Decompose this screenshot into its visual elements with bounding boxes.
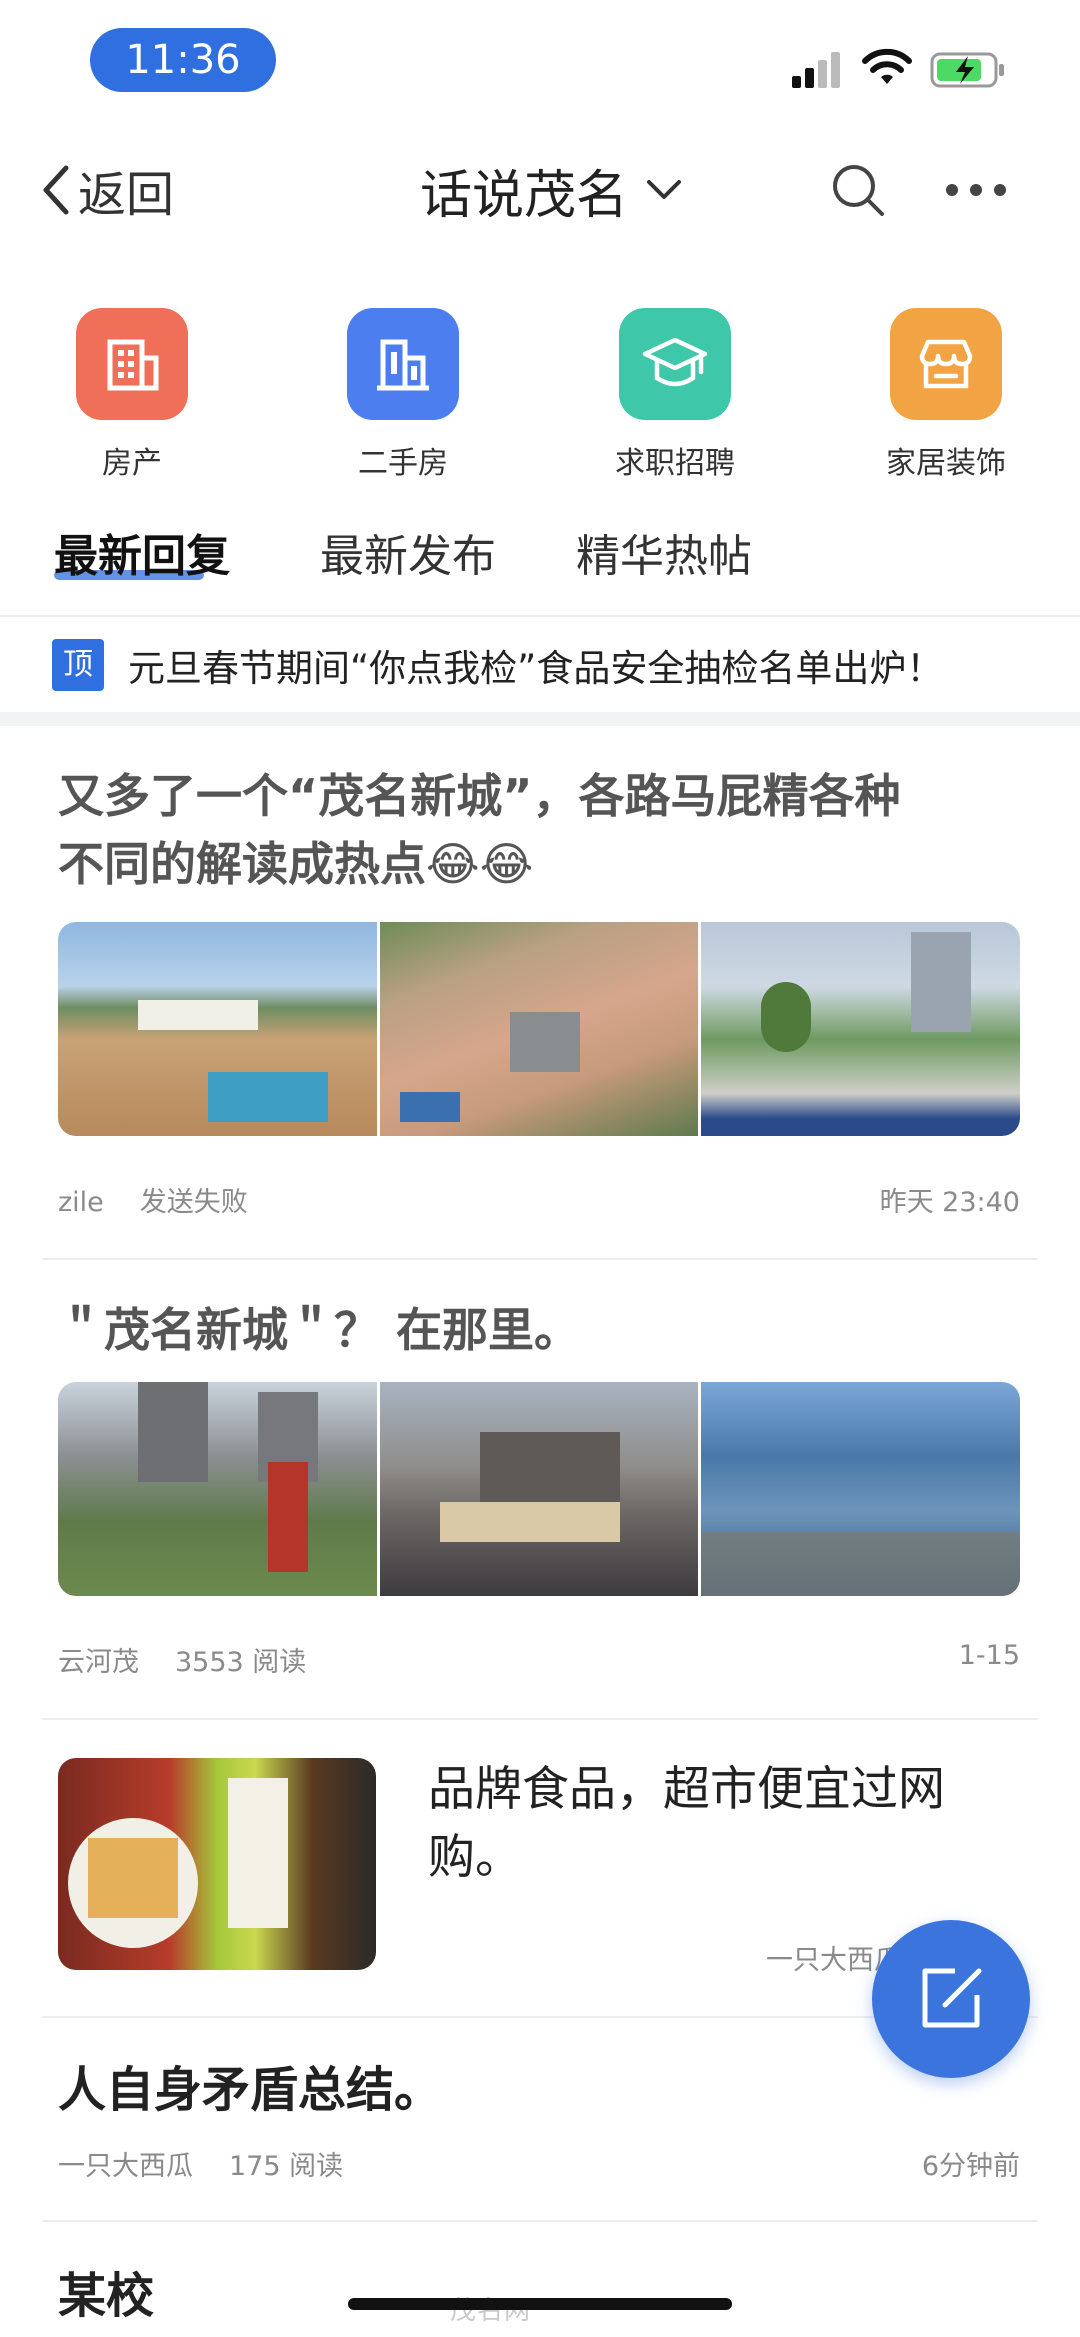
post-image-strip [58, 1382, 1020, 1596]
category-real-estate[interactable]: 房产 [42, 308, 222, 482]
divider [42, 1258, 1038, 1260]
post-title: 某校 [58, 2268, 155, 2324]
divider [0, 615, 1080, 617]
tab-featured[interactable]: 精华热帖 [576, 520, 752, 584]
tab-latest-post[interactable]: 最新发布 [320, 520, 496, 584]
chevron-left-icon [43, 165, 69, 215]
category-jobs[interactable]: 求职招聘 [585, 308, 765, 482]
post-title-line: 不同的解读成热点😂😂 [58, 837, 534, 891]
post-time: 昨天 23:40 [879, 1187, 1020, 1218]
post-title: 又多了一个“茂名新城”，各路马屁精各种 不同的解读成热点😂😂 [58, 762, 1018, 898]
wifi-icon [862, 48, 912, 84]
post-reads: 3553 阅读 [175, 1647, 307, 1678]
divider [42, 1718, 1038, 1720]
post-status: 发送失败 [139, 1187, 248, 1218]
apartment-icon [347, 308, 459, 420]
post-image[interactable] [379, 922, 699, 1136]
battery-charging-icon [930, 52, 1004, 88]
post-author: 云河茂 [58, 1647, 139, 1678]
chevron-down-icon [647, 180, 682, 199]
search-icon[interactable] [830, 162, 886, 218]
post-image[interactable] [58, 922, 377, 1136]
category-label: 二手房 [358, 446, 448, 481]
back-button[interactable]: 返回 [40, 160, 174, 223]
more-icon[interactable] [944, 180, 1008, 200]
post-title: 品牌食品，超市便宜过网购。 [428, 1762, 945, 1885]
post-image[interactable] [58, 1758, 376, 1970]
graduation-cap-icon [619, 308, 731, 420]
feed-tabs: 最新回复 最新发布 精华热帖 [0, 520, 1080, 610]
storefront-icon [890, 308, 1002, 420]
divider [42, 2220, 1038, 2222]
compose-icon [922, 1968, 982, 2028]
post-time: 1-15 [958, 1640, 1020, 1671]
compose-button[interactable] [872, 1920, 1030, 2078]
cellular-signal-icon [792, 52, 840, 88]
pinned-post[interactable]: 顶 元旦春节期间“你点我检”食品安全抽检名单出炉！ [0, 630, 1080, 700]
post-image[interactable] [379, 1382, 699, 1596]
post-meta: 云河茂 3553 阅读 1-15 [58, 1640, 1020, 1679]
status-bar: 11:36 [0, 0, 1080, 120]
category-second-hand[interactable]: 二手房 [313, 308, 493, 482]
tab-latest-reply[interactable]: 最新回复 [54, 520, 230, 584]
status-time: 11:36 [90, 28, 276, 92]
category-home-decor[interactable]: 家居装饰 [856, 308, 1036, 482]
post-author: zile [58, 1187, 104, 1218]
home-indicator [348, 2298, 732, 2310]
category-grid: 房产 二手房 求职招聘 家居装饰 [0, 308, 1080, 488]
post-image[interactable] [701, 1382, 1020, 1596]
post-title: ＂茂名新城＂？ 在那里。 [58, 1303, 581, 1357]
forum-switcher[interactable]: 话说茂名 [420, 158, 682, 226]
nav-bar: 返回 话说茂名 [0, 140, 1080, 240]
post-meta: 一只大西瓜 175 阅读 6分钟前 [58, 2144, 1020, 2183]
category-label: 家居装饰 [886, 446, 1006, 481]
post-reads: 175 阅读 [229, 2151, 344, 2182]
pinned-title: 元旦春节期间“你点我检”食品安全抽检名单出炉！ [128, 647, 944, 690]
pinned-badge: 顶 [52, 639, 104, 691]
post-image[interactable] [701, 922, 1020, 1136]
building-icon [76, 308, 188, 420]
post-title: 人自身矛盾总结。 [58, 2062, 443, 2118]
post-image[interactable] [58, 1382, 377, 1596]
post-meta: zile 发送失败 昨天 23:40 [58, 1180, 1020, 1219]
category-label: 房产 [102, 446, 162, 481]
page-title: 话说茂名 [420, 165, 629, 226]
section-gap [0, 712, 1080, 726]
post-time: 6分钟前 [921, 2151, 1020, 2182]
post-image-strip [58, 922, 1020, 1136]
category-label: 求职招聘 [615, 446, 735, 481]
post-author: 一只大西瓜 [58, 2151, 193, 2182]
post-title-line: 又多了一个“茂名新城”，各路马屁精各种 [58, 769, 901, 823]
back-label: 返回 [78, 167, 175, 223]
